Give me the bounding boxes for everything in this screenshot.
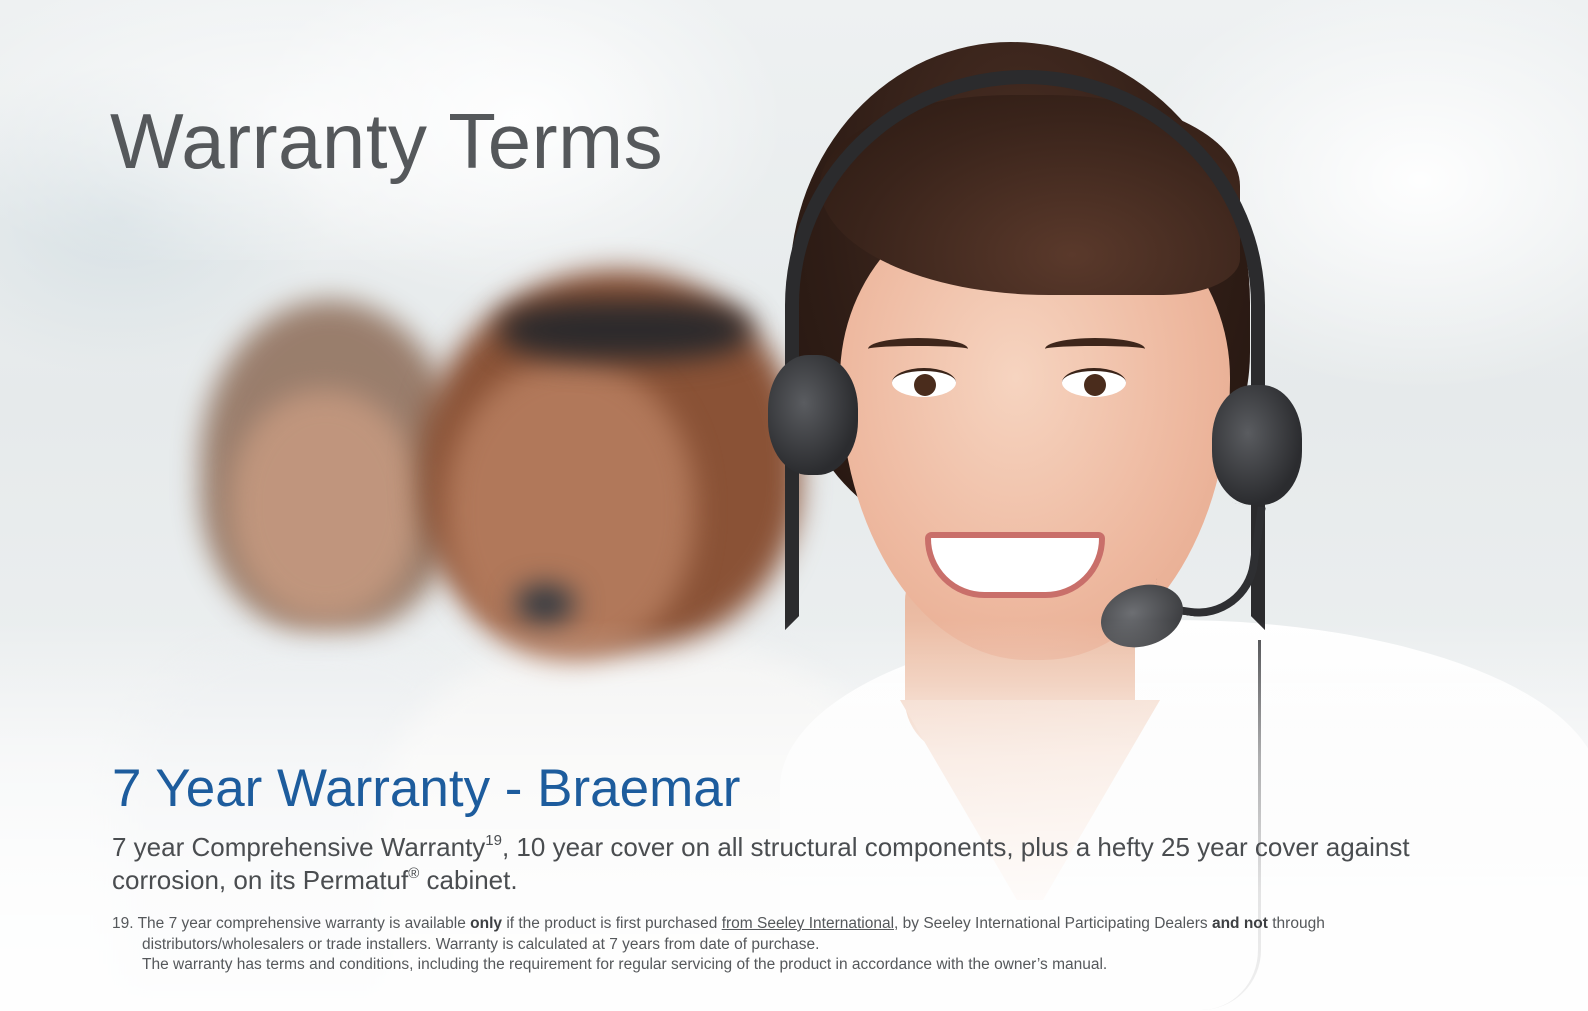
section-heading: 7 Year Warranty - Braemar — [112, 759, 741, 818]
intro-text-part1: 7 year Comprehensive Warranty — [112, 832, 486, 862]
footnote-text: through — [1267, 915, 1325, 932]
headset-right-earcup-icon — [1212, 385, 1302, 505]
background-person-far-face — [230, 390, 420, 620]
footnote-number: 19. — [112, 915, 134, 932]
footnote-line-2: distributors/wholesalers or trade instal… — [142, 935, 820, 953]
registered-mark: ® — [408, 865, 420, 882]
warranty-intro: 7 year Comprehensive Warranty19, 10 year… — [112, 831, 1452, 897]
background-person-middle-headset — [500, 300, 750, 360]
background-person-middle-face — [445, 360, 695, 660]
footnote-line-3: The warranty has terms and conditions, i… — [142, 956, 1108, 973]
headset-left-earcup-icon — [768, 355, 858, 475]
footnote-text: The 7 year comprehensive warranty is ava… — [137, 915, 471, 932]
footnote-reference: 19 — [485, 832, 502, 849]
footnote-text: , by Seeley International Participating … — [894, 915, 1212, 932]
intro-text-part3: cabinet. — [419, 865, 518, 895]
footnote-emphasis-and-not: and not — [1211, 915, 1268, 932]
footnote-text: if the product is first purchased — [502, 915, 722, 932]
footnote-underlined-seeley: from Seeley International — [721, 915, 895, 932]
footnote-emphasis-only: only — [470, 915, 503, 932]
page-title: Warranty Terms — [110, 97, 664, 185]
footnote-19: 19. The 7 year comprehensive warranty is… — [112, 914, 1492, 976]
background-person-middle-mic — [515, 585, 575, 623]
footnote-line-1: 19. The 7 year comprehensive warranty is… — [112, 914, 1492, 935]
